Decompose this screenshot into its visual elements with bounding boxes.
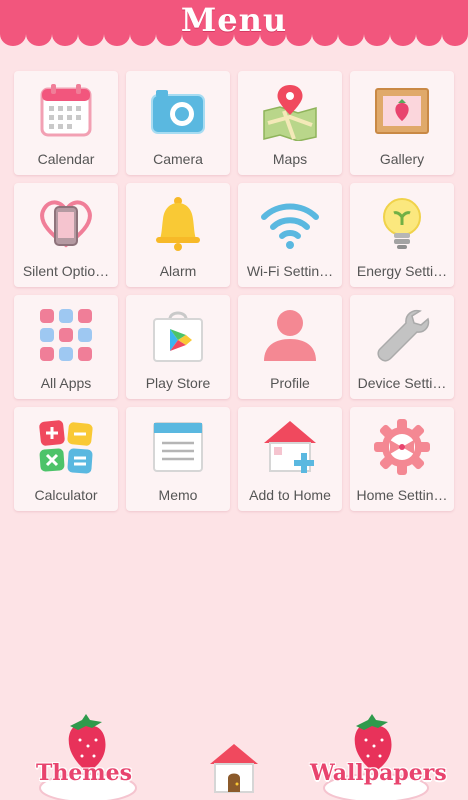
app-label: Play Store — [145, 375, 211, 391]
strawberry-cake-icon — [323, 714, 429, 800]
calendar-icon — [40, 84, 92, 137]
app-label: Add to Home — [249, 487, 331, 503]
app-tile-all-apps[interactable]: All Apps — [14, 295, 118, 399]
app-label: Gallery — [379, 151, 425, 167]
app-tile-maps[interactable]: Maps — [238, 71, 342, 175]
picture-frame-icon — [375, 88, 429, 134]
wrench-icon — [377, 309, 430, 362]
home-button[interactable] — [206, 740, 262, 800]
app-label: Profile — [270, 375, 310, 391]
app-label: Alarm — [159, 263, 197, 279]
camera-icon — [151, 90, 205, 134]
app-label: Maps — [272, 151, 308, 167]
app-tile-silent-options[interactable]: Silent Optio… — [14, 183, 118, 287]
app-label: Home Settin… — [356, 487, 448, 503]
calculator-icon — [39, 420, 93, 474]
wallpapers-button[interactable]: Wallpapers — [310, 714, 460, 800]
person-icon — [264, 310, 316, 361]
app-tile-wifi-settings[interactable]: Wi-Fi Settin… — [238, 183, 342, 287]
map-icon — [263, 85, 317, 141]
app-label: Calculator — [34, 487, 98, 503]
themes-button[interactable]: Themes — [30, 714, 150, 800]
bell-icon — [156, 197, 200, 251]
app-tile-calculator[interactable]: Calculator — [14, 407, 118, 511]
lightbulb-icon — [383, 198, 421, 249]
app-tile-home-settings[interactable]: Home Settin… — [350, 407, 454, 511]
page-title: Menu — [180, 1, 288, 39]
app-label: Silent Optio… — [22, 263, 110, 279]
memo-icon — [153, 422, 203, 472]
app-label: Energy Setti… — [356, 263, 448, 279]
wallpapers-label: Wallpapers — [310, 760, 447, 786]
house-plus-icon — [264, 421, 316, 473]
app-tile-play-store[interactable]: Play Store — [126, 295, 230, 399]
phone-heart-icon — [40, 200, 92, 248]
home-house-icon — [210, 744, 258, 793]
wifi-icon — [261, 203, 319, 249]
app-grid-icon — [40, 309, 92, 361]
app-tile-device-settings[interactable]: Device Setti… — [350, 295, 454, 399]
app-tile-camera[interactable]: Camera — [126, 71, 230, 175]
app-tile-add-to-home[interactable]: Add to Home — [238, 407, 342, 511]
app-tile-gallery[interactable]: Gallery — [350, 71, 454, 175]
app-label: Calendar — [37, 151, 95, 167]
strawberry-cake-icon — [39, 714, 137, 800]
app-tile-energy-settings[interactable]: Energy Setti… — [350, 183, 454, 287]
play-store-bag-icon — [153, 311, 203, 362]
app-label: Memo — [158, 487, 198, 503]
app-label: All Apps — [40, 375, 92, 391]
themes-label: Themes — [36, 760, 133, 786]
app-label: Camera — [153, 151, 203, 167]
app-label: Device Setti… — [357, 375, 447, 391]
app-tile-profile[interactable]: Profile — [238, 295, 342, 399]
app-label: Wi-Fi Settin… — [246, 263, 334, 279]
app-tile-calendar[interactable]: Calendar — [14, 71, 118, 175]
app-tile-memo[interactable]: Memo — [126, 407, 230, 511]
app-tile-alarm[interactable]: Alarm — [126, 183, 230, 287]
gear-bow-icon — [374, 419, 430, 475]
